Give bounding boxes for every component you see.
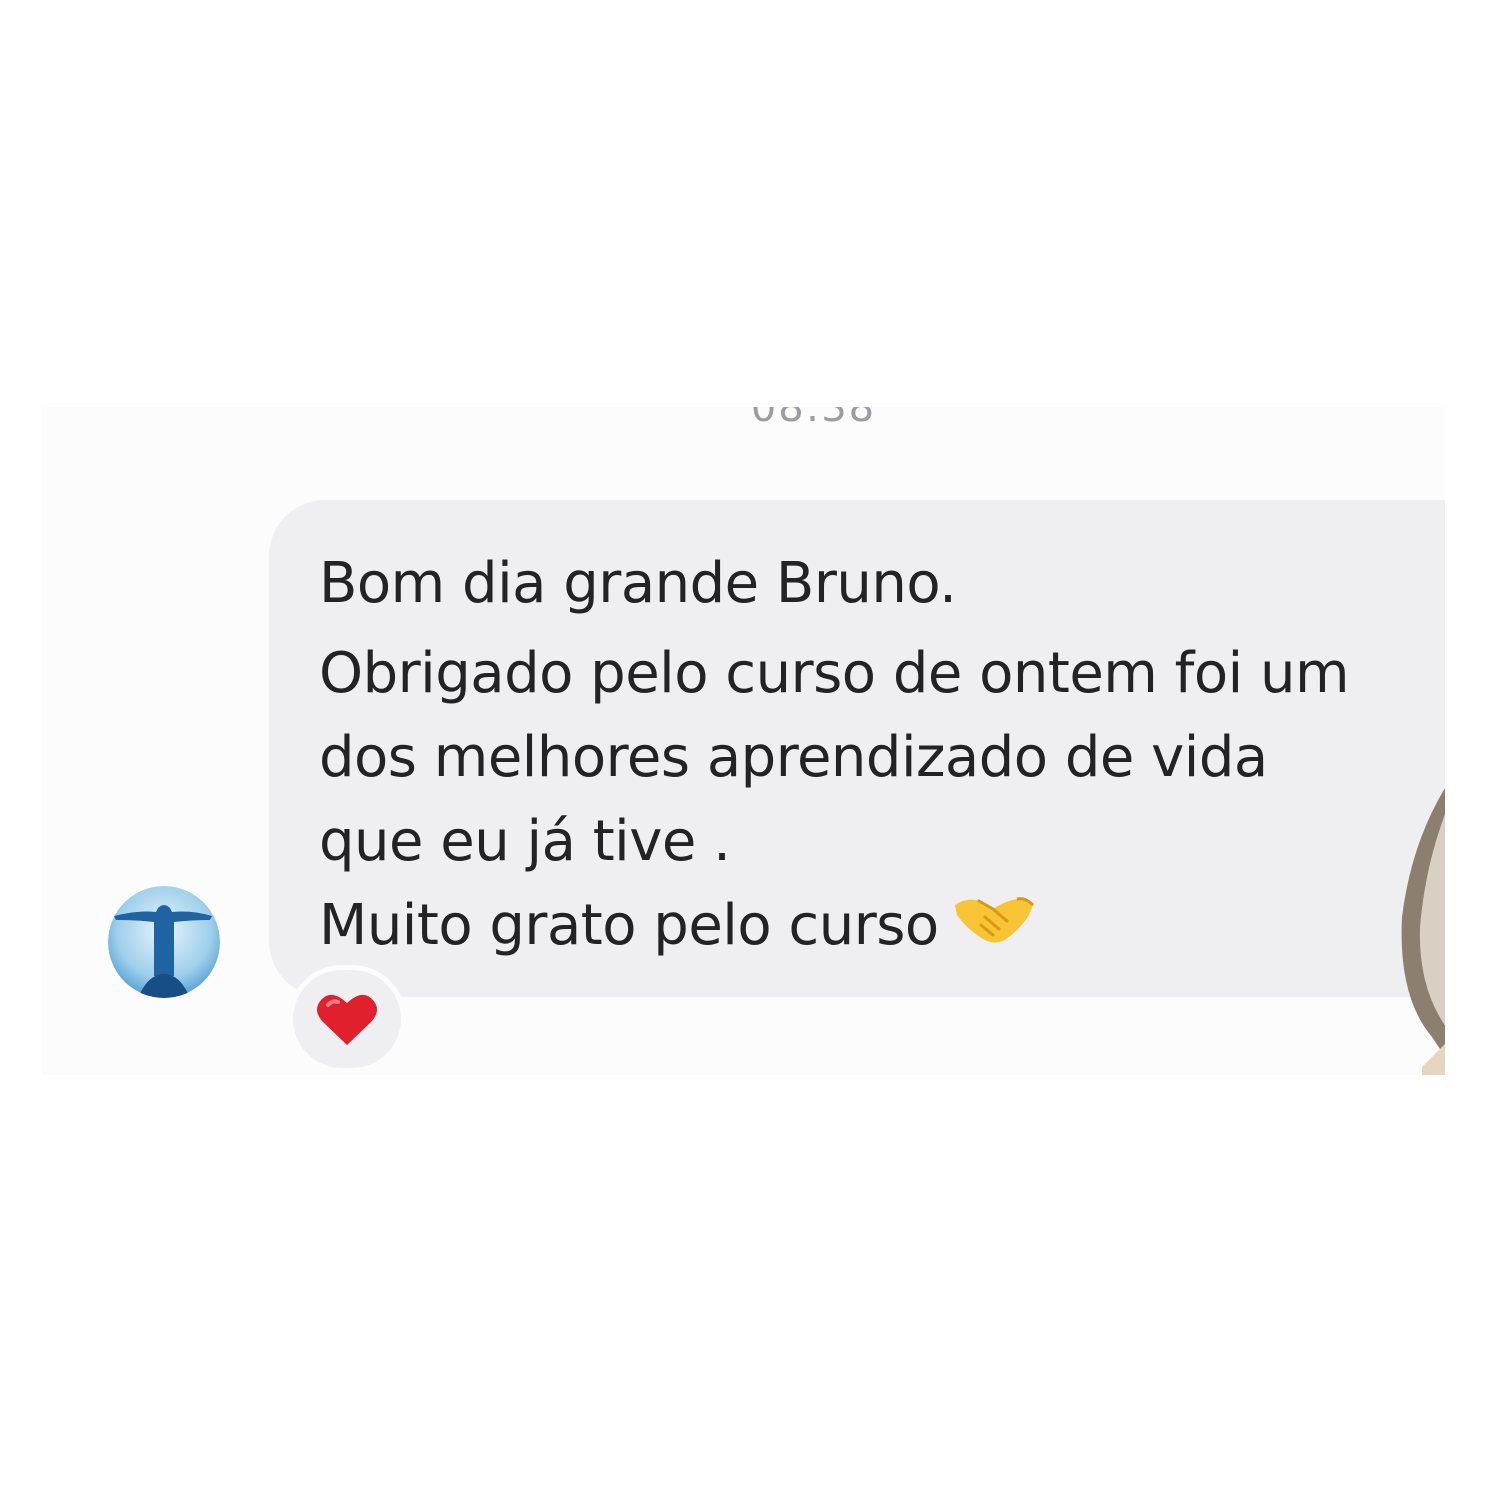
reaction-badge[interactable]: [288, 965, 406, 1073]
message-line-last: Muito grato pelo curso: [319, 884, 1445, 971]
chat-thread: 08:38 Bom dia grande Bruno. Obrigado pel…: [42, 407, 1445, 1075]
message-line-text: Muito grato pelo curso: [319, 893, 939, 958]
page: 08:38 Bom dia grande Bruno. Obrigado pel…: [0, 0, 1485, 1485]
message-line: Bom dia grande Bruno.: [319, 551, 957, 616]
message-bubble[interactable]: Bom dia grande Bruno. Obrigado pelo curs…: [269, 500, 1445, 997]
handshake-icon: [953, 887, 1035, 971]
message-line: Obrigado pelo curso de ontem foi um: [319, 641, 1350, 706]
message-timestamp: 08:38: [750, 407, 877, 431]
red-heart-icon: [317, 994, 377, 1045]
message-line: dos melhores aprendizado de vida: [319, 725, 1268, 790]
message-line: que eu já tive .: [319, 809, 731, 874]
cropped-photo-thumbnail: [1401, 788, 1445, 1075]
sender-avatar[interactable]: [108, 886, 220, 998]
christ-the-redeemer-avatar-icon: [108, 886, 220, 998]
